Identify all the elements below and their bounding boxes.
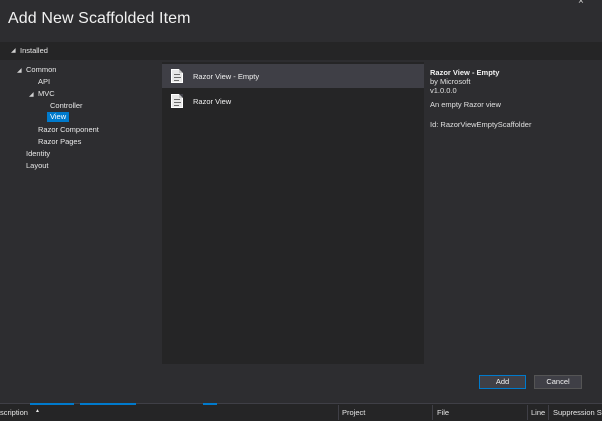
tree-item-mvc[interactable]: MVC [38, 89, 55, 98]
tree-item-identity[interactable]: Identity [26, 149, 50, 158]
details-id: Id: RazorViewEmptyScaffolder [430, 120, 532, 129]
add-button[interactable]: Add [479, 375, 526, 389]
scroll-indicator [80, 403, 136, 405]
close-icon[interactable]: × [578, 0, 590, 8]
column-suppression-state[interactable]: Suppression St [553, 408, 602, 417]
column-divider [338, 405, 339, 420]
details-title: Razor View - Empty [430, 68, 500, 77]
scroll-indicator [30, 403, 74, 405]
column-line[interactable]: Line [531, 408, 545, 417]
details-author: by Microsoft [430, 77, 471, 86]
tree-item-layout[interactable]: Layout [26, 161, 49, 170]
column-project[interactable]: Project [342, 408, 365, 417]
column-divider [432, 405, 433, 420]
dialog-title: Add New Scaffolded Item [8, 10, 191, 27]
error-list-header: scription ▲ Project File Line Suppressio… [0, 403, 602, 421]
list-item-label: Razor View - Empty [193, 72, 260, 81]
tree-item-api[interactable]: API [38, 77, 50, 86]
add-scaffold-dialog: Add New Scaffolded Item × ◢ Installed ◢ … [0, 0, 602, 403]
details-description: An empty Razor view [430, 100, 501, 109]
list-item-label: Razor View [193, 97, 232, 106]
column-divider [527, 405, 528, 420]
scroll-indicator [203, 403, 217, 405]
expand-arrow-icon[interactable]: ◢ [17, 67, 22, 74]
expand-arrow-icon: ◢ [11, 48, 16, 54]
expand-arrow-icon[interactable]: ◢ [29, 91, 34, 98]
tree-item-razor-pages[interactable]: Razor Pages [38, 137, 81, 146]
column-divider [548, 405, 549, 420]
tree-item-controller[interactable]: Controller [50, 101, 83, 110]
list-item[interactable]: Razor View - Empty [162, 64, 424, 88]
installed-label: Installed [20, 46, 48, 55]
sort-ascending-icon: ▲ [35, 408, 40, 414]
installed-header[interactable]: ◢ Installed [0, 42, 602, 60]
tree-item-view[interactable]: View [47, 112, 70, 122]
cancel-button[interactable]: Cancel [534, 375, 582, 389]
list-item[interactable]: Razor View [162, 89, 424, 113]
details-version: v1.0.0.0 [430, 86, 457, 95]
razor-file-icon [171, 69, 183, 83]
column-file[interactable]: File [437, 408, 449, 417]
column-description[interactable]: scription [0, 408, 28, 417]
tree-item-common[interactable]: Common [26, 65, 56, 74]
tree-item-razor-component[interactable]: Razor Component [38, 125, 99, 134]
details-panel: Razor View - Empty by Microsoft v1.0.0.0… [424, 62, 602, 364]
category-tree: ◢ Common API ◢ MVC Controller View Razor… [0, 60, 161, 366]
scaffold-list: Razor View - Empty Razor View [162, 62, 424, 364]
razor-file-icon [171, 94, 183, 108]
